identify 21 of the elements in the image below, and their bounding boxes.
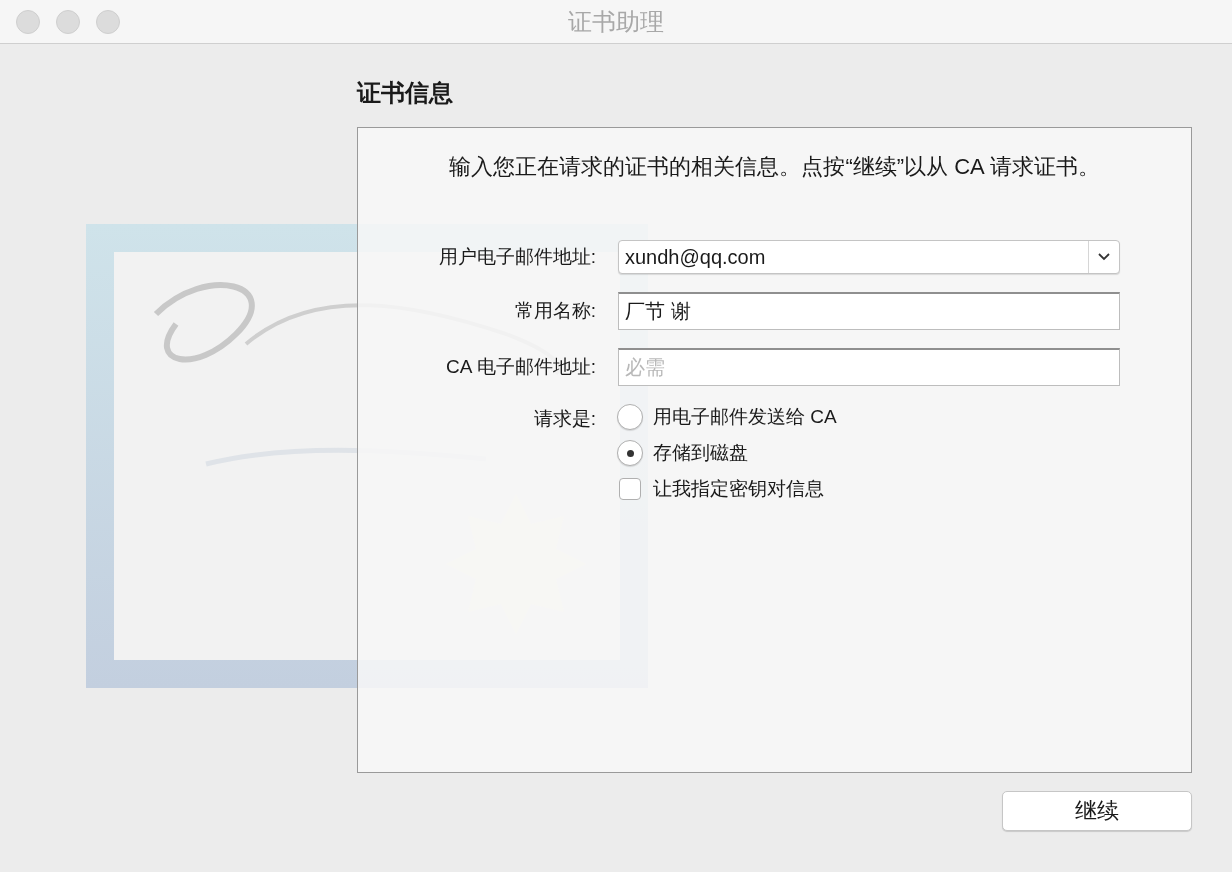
- continue-button[interactable]: 继续: [1002, 791, 1192, 831]
- field-label: 常用名称:: [513, 299, 596, 323]
- window-title: 证书助理: [568, 6, 664, 37]
- instruction-text: 输入您正在请求的证书的相关信息。点按“继续”以从 CA 请求证书。: [448, 153, 1101, 181]
- input-field[interactable]: 厂节 谢: [618, 292, 1120, 330]
- zoom-button[interactable]: [96, 10, 120, 34]
- close-button[interactable]: [16, 10, 40, 34]
- radio-button[interactable]: [617, 440, 643, 466]
- input-field[interactable]: 必需: [618, 348, 1120, 386]
- option-label[interactable]: 用电子邮件发送给 CA: [653, 404, 837, 430]
- option-label[interactable]: 存储到磁盘: [653, 440, 748, 466]
- radio-button[interactable]: [617, 404, 643, 430]
- chevron-down-icon: [1098, 253, 1110, 261]
- email-combo-box[interactable]: xundh@qq.com: [618, 240, 1120, 274]
- field-label: 请求是:: [532, 407, 596, 431]
- field-label: CA 电子邮件地址:: [445, 355, 596, 379]
- section-title: 证书信息: [357, 78, 454, 108]
- checkbox-label[interactable]: 让我指定密钥对信息: [653, 476, 824, 502]
- checkbox[interactable]: [619, 478, 641, 500]
- field-label: 用户电子邮件地址:: [437, 245, 596, 269]
- minimize-button[interactable]: [56, 10, 80, 34]
